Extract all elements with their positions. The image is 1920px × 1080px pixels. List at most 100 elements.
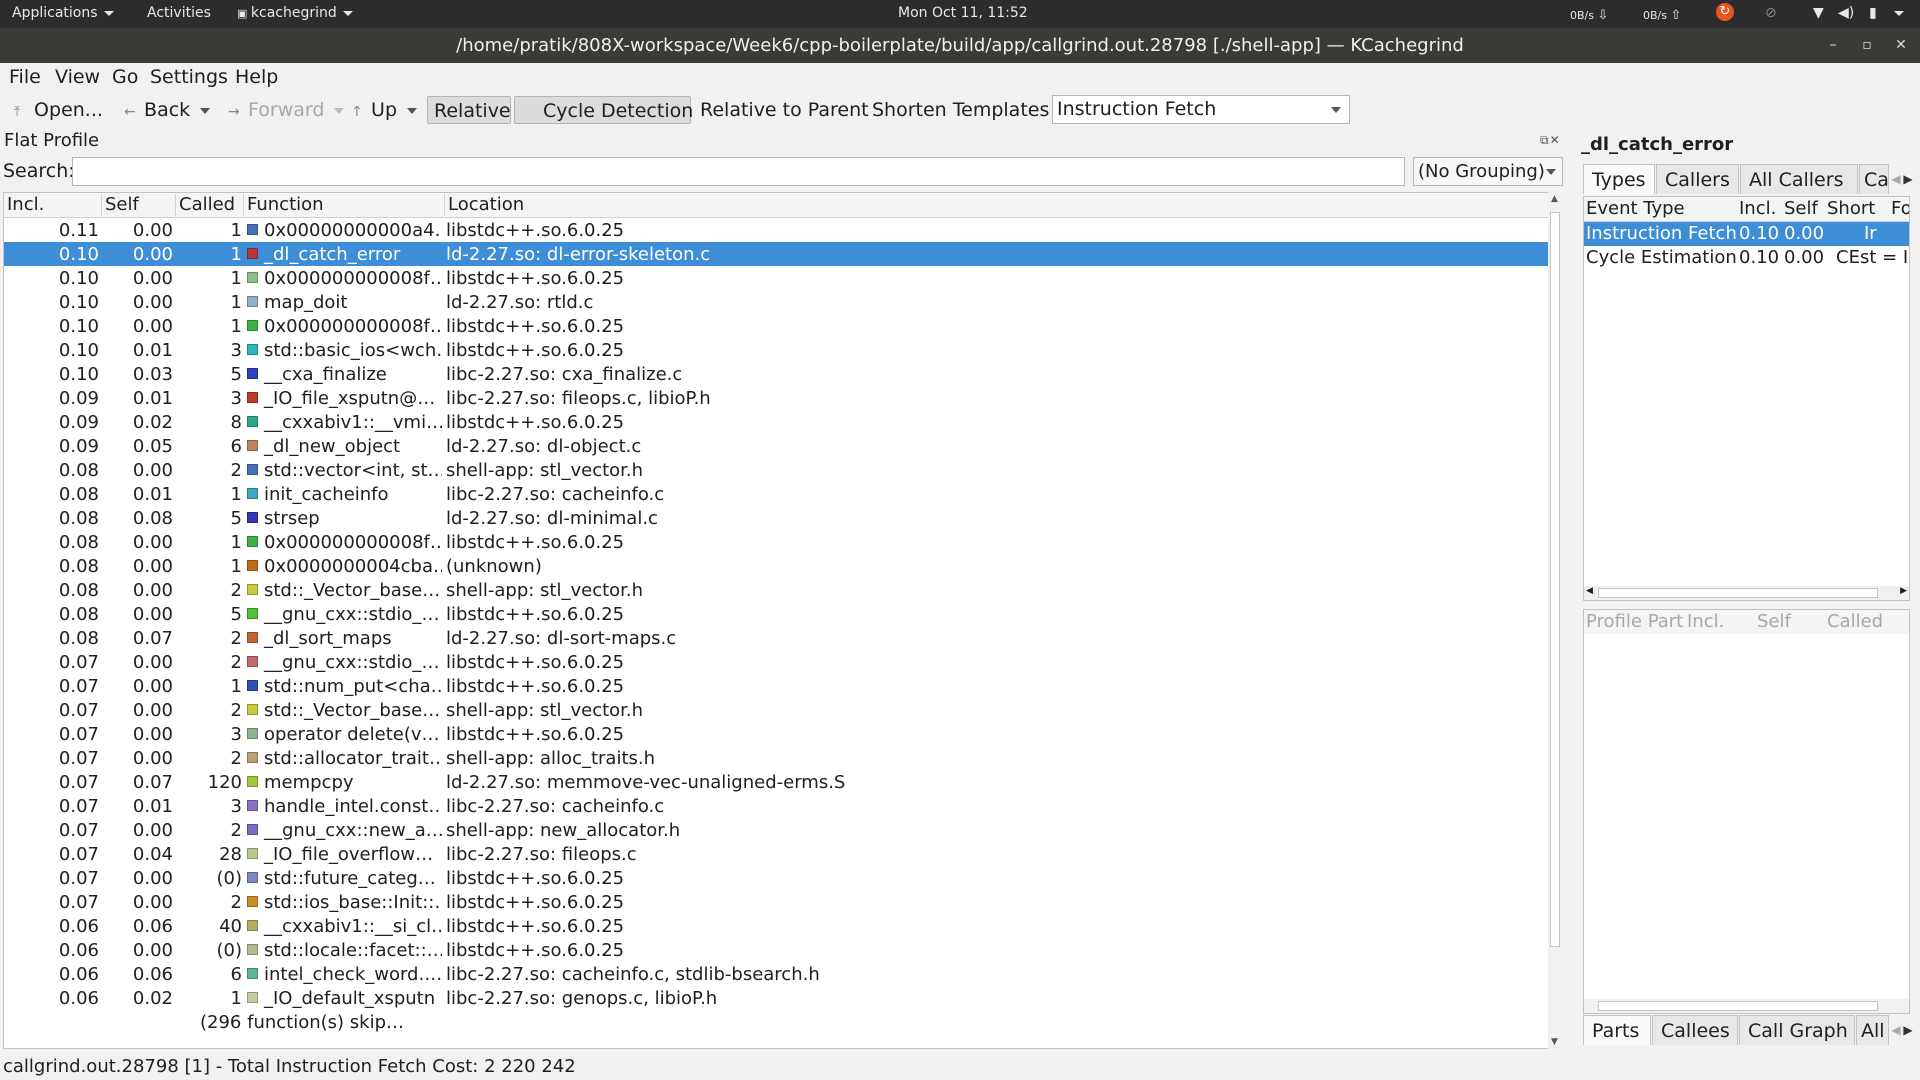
tab-callees-truncated[interactable]: Ca <box>1859 164 1889 194</box>
volume-icon[interactable]: ◀) <box>1838 5 1854 21</box>
vertical-scrollbar[interactable]: ▲ ▼ <box>1548 192 1562 1049</box>
table-row[interactable]: 0.07 0.00 2 std::allocator_trait… shell-app:… <box>4 746 1550 770</box>
maximize-icon[interactable]: ▫ <box>1856 34 1878 56</box>
column-self[interactable]: Self <box>1784 198 1824 219</box>
table-row[interactable]: 0.07 0.07 120 mempcpy ld-2.27.so: memmove-ve… <box>4 770 1550 794</box>
minimize-icon[interactable]: – <box>1822 34 1844 56</box>
back-button[interactable]: ← Back <box>118 96 216 124</box>
column-function[interactable]: Function <box>244 194 445 216</box>
dock-close-icon[interactable]: ⧉✕ <box>1540 133 1561 148</box>
table-row[interactable]: 0.09 0.02 8 __cxxabiv1::__vmi… libstdc++.so.… <box>4 410 1550 434</box>
tab-call-graph[interactable]: Call Graph <box>1739 1015 1855 1045</box>
table-row[interactable]: 0.10 0.01 3 std::basic_ios<wch… libstdc++.so… <box>4 338 1550 362</box>
table-row[interactable]: 0.06 0.02 1 _IO_default_xsputn libc-2.27.so:… <box>4 986 1550 1010</box>
column-event-type[interactable]: Event Type <box>1586 198 1736 219</box>
column-self[interactable]: Self <box>102 194 176 216</box>
skipped-functions-row[interactable]: (296 function(s) skip… <box>4 1010 1550 1034</box>
table-row[interactable]: 0.08 0.00 2 std::vector<int, st… shell-app: … <box>4 458 1550 482</box>
tab-scroll-right-icon[interactable]: ▶ <box>1901 164 1915 194</box>
table-row[interactable]: 0.09 0.01 3 _IO_file_xsputn@… libc-2.27.so: … <box>4 386 1550 410</box>
tab-scroll-right-icon[interactable]: ▶ <box>1901 1015 1915 1045</box>
menu-go[interactable]: Go <box>112 66 138 88</box>
table-row[interactable]: 0.07 0.00 2 std::_Vector_base… shell-app: st… <box>4 698 1550 722</box>
scroll-up-icon[interactable]: ▲ <box>1551 194 1558 204</box>
table-row[interactable]: 0.08 0.07 2 _dl_sort_maps ld-2.27.so: dl-sor… <box>4 626 1550 650</box>
search-input[interactable] <box>72 157 1405 186</box>
system-menu[interactable] <box>1888 5 1904 21</box>
table-row[interactable]: 0.06 0.06 6 intel_check_word.… libc-2.27.so:… <box>4 962 1550 986</box>
column-called[interactable]: Called <box>176 194 244 216</box>
table-row[interactable]: 0.07 0.00 1 std::num_put<cha… libstdc++.so.6… <box>4 674 1550 698</box>
table-row[interactable]: 0.08 0.01 1 init_cacheinfo libc-2.27.so: cac… <box>4 482 1550 506</box>
close-icon[interactable]: ✕ <box>1890 34 1912 56</box>
table-row[interactable]: 0.07 0.00 (0) std::future_categ… libstdc++.s… <box>4 866 1550 890</box>
event-type-select[interactable]: Instruction Fetch <box>1052 95 1350 124</box>
tab-all-callees-truncated[interactable]: All <box>1856 1015 1889 1045</box>
column-incl[interactable]: Incl. <box>4 194 102 216</box>
table-row[interactable]: 0.10 0.00 1 0x000000000008f… libstdc++.so.6.… <box>4 314 1550 338</box>
scrollbar-thumb[interactable] <box>1550 212 1560 947</box>
table-row[interactable]: 0.06 0.06 40 __cxxabiv1::__si_cl… libstdc++.… <box>4 914 1550 938</box>
table-row[interactable]: 0.07 0.00 2 __gnu_cxx::new_a… shell-app: new… <box>4 818 1550 842</box>
table-row[interactable]: 0.10 0.03 5 __cxa_finalize libc-2.27.so: cxa… <box>4 362 1550 386</box>
table-row[interactable]: 0.10 0.00 1 _dl_catch_error ld-2.27.so: dl-e… <box>4 242 1550 266</box>
relative-to-parent-toggle[interactable]: Relative to Parent <box>694 96 875 124</box>
table-row[interactable]: 0.07 0.00 3 operator delete(v… libstdc++.so.… <box>4 722 1550 746</box>
table-row[interactable]: 0.08 0.00 5 __gnu_cxx::stdio_… libstdc++.so.… <box>4 602 1550 626</box>
table-row[interactable]: 0.10 0.00 1 map_doit ld-2.27.so: rtld.c <box>4 290 1550 314</box>
column-incl[interactable]: Incl. <box>1739 198 1781 219</box>
app-menu[interactable]: ▣ kcachegrind <box>237 5 353 21</box>
tab-callers[interactable]: Callers <box>1656 164 1739 194</box>
table-row[interactable]: 0.07 0.00 2 __gnu_cxx::stdio_… libstdc++.so.… <box>4 650 1550 674</box>
table-row[interactable]: 0.07 0.00 2 std::ios_base::Init::… libstdc++… <box>4 890 1550 914</box>
table-row[interactable]: 0.08 0.00 2 std::_Vector_base… shell-app: st… <box>4 578 1550 602</box>
scroll-right-icon[interactable]: ▶ <box>1900 586 1907 596</box>
table-row[interactable]: 0.08 0.00 1 0x000000000008f… libstdc++.so.6.… <box>4 530 1550 554</box>
table-row[interactable]: 0.09 0.05 6 _dl_new_object ld-2.27.so: dl-ob… <box>4 434 1550 458</box>
battery-icon[interactable]: ▮ <box>1869 5 1877 21</box>
menu-view[interactable]: View <box>55 66 100 88</box>
clock[interactable]: Mon Oct 11, 11:52 <box>898 5 1028 21</box>
applications-menu[interactable]: Applications <box>12 5 114 21</box>
column-profile-part[interactable]: Profile Part <box>1586 611 1686 632</box>
column-formula[interactable]: Fo <box>1891 198 1909 219</box>
software-updater-icon[interactable]: ↻ <box>1716 3 1734 21</box>
column-self[interactable]: Self <box>1757 611 1817 632</box>
relative-toggle[interactable]: Relative <box>427 96 511 124</box>
cycle-detection-toggle[interactable]: Cycle Detection <box>514 96 693 124</box>
table-row[interactable]: 0.08 0.08 5 strsep ld-2.27.so: dl-minimal.c <box>4 506 1550 530</box>
wifi-icon[interactable]: ▼ <box>1813 5 1824 21</box>
open-button[interactable]: ⤒ Open... <box>8 96 109 124</box>
column-location[interactable]: Location <box>445 194 1550 216</box>
event-type-row[interactable]: Instruction Fetch 0.10 0.00 Ir <box>1584 222 1909 246</box>
table-row[interactable]: 0.07 0.01 3 handle_intel.const… libc-2.27.so… <box>4 794 1550 818</box>
table-row[interactable]: 0.08 0.00 1 0x0000000004cba… (unknown) <box>4 554 1550 578</box>
tab-callees[interactable]: Callees <box>1652 1015 1738 1045</box>
disabled-indicator-icon[interactable]: ⊘ <box>1765 5 1777 21</box>
tab-parts[interactable]: Parts <box>1583 1015 1651 1045</box>
column-called[interactable]: Called <box>1827 611 1897 632</box>
tab-all-callers[interactable]: All Callers <box>1740 164 1858 194</box>
shorten-templates-toggle[interactable]: Shorten Templates <box>866 96 1055 124</box>
menu-settings[interactable]: Settings <box>150 66 228 88</box>
scrollbar-thumb[interactable] <box>1598 1001 1878 1011</box>
table-row[interactable]: 0.07 0.04 28 _IO_file_overflow… libc-2.27.so… <box>4 842 1550 866</box>
menu-help[interactable]: Help <box>235 66 278 88</box>
tab-types[interactable]: Types <box>1583 164 1655 194</box>
scrollbar-thumb[interactable] <box>1598 588 1878 598</box>
horizontal-scrollbar[interactable]: ◀ ▶ <box>1584 586 1909 600</box>
scroll-left-icon[interactable]: ◀ <box>1586 586 1593 596</box>
event-type-row[interactable]: Cycle Estimation 0.10 0.00 CEst = Ir <box>1584 246 1909 270</box>
horizontal-scrollbar[interactable] <box>1584 999 1909 1013</box>
table-row[interactable]: 0.10 0.00 1 0x000000000008f… libstdc++.so.6.… <box>4 266 1550 290</box>
scroll-down-icon[interactable]: ▼ <box>1551 1037 1558 1047</box>
table-row[interactable]: 0.11 0.00 1 0x00000000000a4… libstdc++.so.6.… <box>4 218 1550 242</box>
forward-button[interactable]: → Forward <box>222 96 350 124</box>
column-short[interactable]: Short <box>1827 198 1887 219</box>
table-row[interactable]: 0.06 0.00 (0) std::locale::facet::… libstdc+… <box>4 938 1550 962</box>
activities-button[interactable]: Activities <box>147 5 211 21</box>
menu-file[interactable]: File <box>9 66 41 88</box>
up-button[interactable]: ↑ Up <box>345 96 423 124</box>
grouping-select[interactable]: (No Grouping) <box>1413 157 1563 186</box>
column-incl[interactable]: Incl. <box>1687 611 1747 632</box>
